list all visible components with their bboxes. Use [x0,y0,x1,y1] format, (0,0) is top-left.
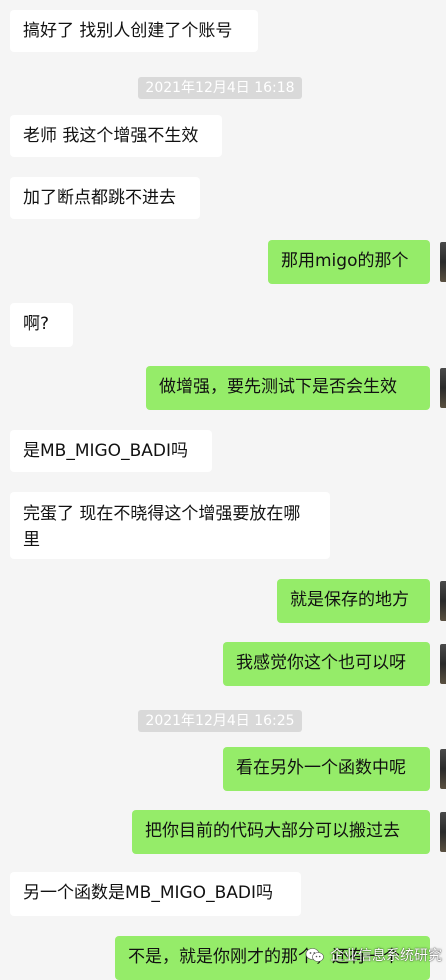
wechat-official-account-icon [305,948,324,962]
message-timestamp: 2021年12月4日 16:18 [138,77,302,99]
message-incoming[interactable]: 完蛋了 现在不晓得这个增强要放在哪里 [10,492,330,559]
self-avatar[interactable] [440,749,446,789]
message-outgoing[interactable]: 我感觉你这个也可以呀 [223,642,430,686]
watermark: 企业信息系统研究 [305,945,442,965]
message-outgoing[interactable]: 就是保存的地方 [277,579,430,623]
watermark-text: 企业信息系统研究 [330,948,442,964]
message-incoming[interactable]: 啊? [10,303,73,347]
self-avatar[interactable] [440,812,446,852]
self-avatar[interactable] [440,644,446,684]
self-avatar[interactable] [440,368,446,408]
message-incoming[interactable]: 是MB_MIGO_BADI吗 [10,430,212,472]
message-outgoing[interactable]: 那用migo的那个 [268,240,430,284]
message-outgoing[interactable]: 把你目前的代码大部分可以搬过去 [132,810,430,854]
message-incoming[interactable]: 加了断点都跳不进去 [10,177,200,219]
chat-history: 搞好了 找别人创建了个账号 2021年12月4日 16:18 老师 我这个增强不… [0,0,446,980]
message-outgoing[interactable]: 看在另外一个函数中呢 [223,747,430,791]
message-timestamp: 2021年12月4日 16:25 [138,710,302,732]
message-incoming[interactable]: 搞好了 找别人创建了个账号 [10,10,258,52]
message-incoming[interactable]: 老师 我这个增强不生效 [10,115,222,157]
self-avatar[interactable] [440,242,446,282]
self-avatar[interactable] [440,581,446,621]
message-outgoing[interactable]: 做增强，要先测试下是否会生效 [146,366,430,410]
message-incoming[interactable]: 另一个函数是MB_MIGO_BADI吗 [10,872,301,916]
